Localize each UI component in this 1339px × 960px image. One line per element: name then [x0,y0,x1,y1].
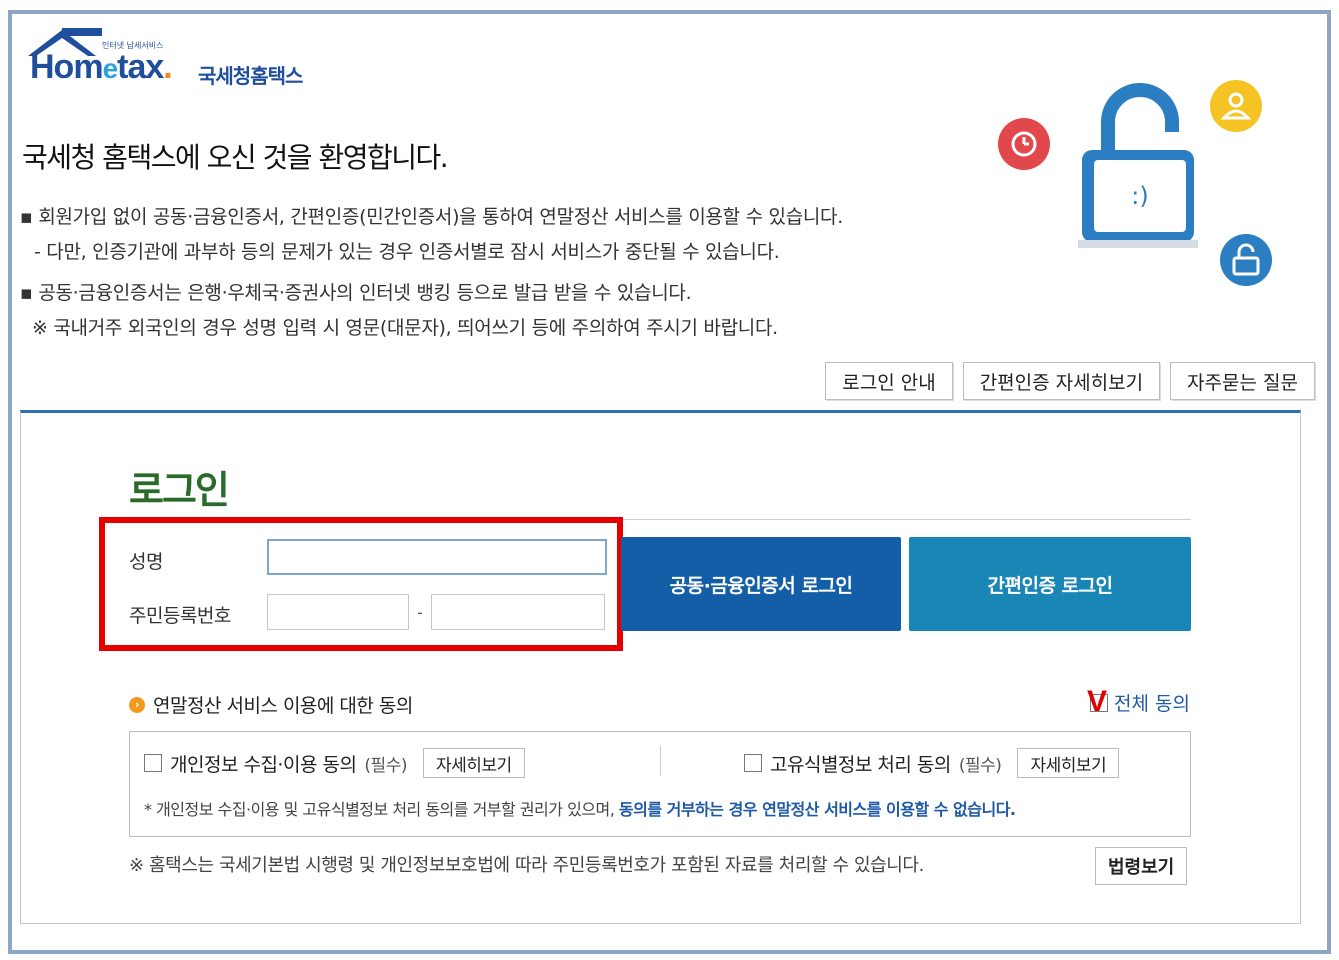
rrn-front-input[interactable] [267,594,409,630]
lock-icon [1220,234,1272,286]
agree-all-label[interactable]: 전체 동의 [1114,689,1190,716]
padlock-icon: :) [1078,83,1198,248]
unique-id-consent-checkbox[interactable] [744,754,762,772]
info-line: ▪ 회원가입 없이 공동·금융인증서, 간편인증(민간인증서)을 통하여 연말정… [20,206,843,228]
name-input[interactable] [267,539,607,575]
info-line: ▪ 공동·금융인증서는 은행·우체국·증권사의 인터넷 뱅킹 등으로 발급 받을… [20,282,692,305]
privacy-consent-item: 개인정보 수집·이용 동의 (필수) 자세히보기 [144,748,525,778]
login-panel: 로그인 성명 주민등록번호 - 공동·금융인증서 로그인 간편인증 로그인 › … [20,410,1301,924]
info-notice: ▪ 회원가입 없이 공동·금융인증서, 간편인증(민간인증서)을 통하여 연말정… [20,200,843,347]
hometax-logo[interactable]: 인터넷 납세서비스 Hometax. 국세청홈택스 [22,26,322,106]
security-illustration: :) [990,76,1290,296]
chevron-right-icon: › [129,696,145,713]
faq-button[interactable]: 자주묻는 질문 [1170,362,1315,400]
agreement-box: 개인정보 수집·이용 동의 (필수) 자세히보기 고유식별정보 처리 동의 (필… [129,731,1191,837]
info-line: ※ 국내거주 외국인의 경우 성명 입력 시 영문(대문자), 띄어쓰기 등에 … [32,317,778,340]
agreement-heading-text: 연말정산 서비스 이용에 대한 동의 [153,695,413,717]
cert-login-button[interactable]: 공동·금융인증서 로그인 [621,537,901,631]
unique-id-detail-button[interactable]: 자세히보기 [1017,748,1120,778]
privacy-consent-label[interactable]: 개인정보 수집·이용 동의 [170,750,357,777]
view-law-button[interactable]: 법령보기 [1095,847,1188,885]
rrn-back-input[interactable] [431,594,605,630]
logo-korean-name: 국세청홈택스 [198,64,303,88]
login-guide-button[interactable]: 로그인 안내 [825,362,953,400]
agreement-note: * 개인정보 수집·이용 및 고유식별정보 처리 동의를 거부할 권리가 있으며… [144,800,1016,819]
clock-icon [998,118,1050,170]
svg-text::): :) [1131,182,1148,210]
welcome-heading: 국세청 홈택스에 오신 것을 환영합니다. [22,141,449,174]
agreement-heading: › 연말정산 서비스 이용에 대한 동의 [129,691,413,718]
user-icon [1210,80,1262,132]
agree-all-checkbox[interactable]: V [1087,685,1109,718]
easy-auth-login-button[interactable]: 간편인증 로그인 [909,537,1191,631]
divider [660,746,661,776]
required-tag: (필수) [958,755,1002,776]
logo-wordmark: Hometax. [30,48,173,86]
rrn-dash: - [417,603,423,622]
required-tag: (필수) [364,755,407,776]
unique-id-consent-label[interactable]: 고유식별정보 처리 동의 [770,750,951,777]
privacy-detail-button[interactable]: 자세히보기 [422,748,525,778]
agree-all[interactable]: V 전체 동의 [1087,685,1190,718]
easy-auth-detail-button[interactable]: 간편인증 자세히보기 [962,362,1161,400]
annotation-v-mark: V [1087,684,1108,718]
privacy-consent-checkbox[interactable] [144,754,162,772]
rrn-label: 주민등록번호 [129,605,231,627]
identity-highlight-box [99,517,623,651]
info-line: - 다만, 인증기관에 과부하 등의 문제가 있는 경우 인증서별로 잠시 서비… [34,241,780,264]
help-buttons: 로그인 안내 간편인증 자세히보기 자주묻는 질문 [825,362,1315,400]
unique-id-consent-item: 고유식별정보 처리 동의 (필수) 자세히보기 [744,748,1120,778]
law-notice: ※ 홈택스는 국세기본법 시행령 및 개인정보보호법에 따라 주민등록번호가 포… [129,855,924,876]
login-title: 로그인 [129,468,230,512]
name-label: 성명 [129,551,163,573]
